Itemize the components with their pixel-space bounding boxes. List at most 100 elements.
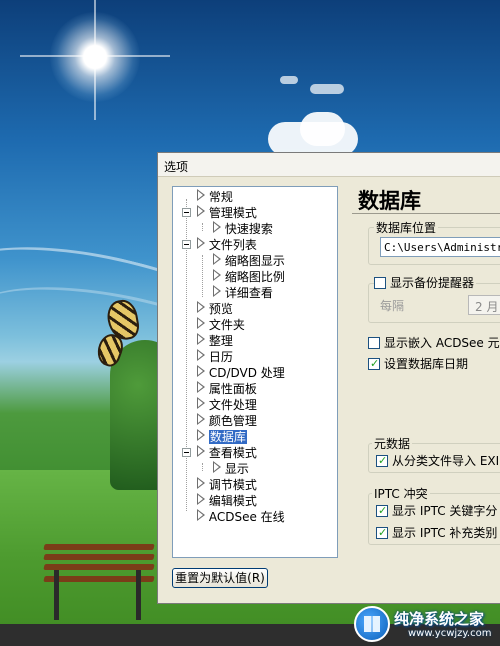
page-arrow-icon — [213, 221, 221, 233]
tree-item-label: 文件夹 — [208, 318, 245, 332]
cloud — [300, 112, 345, 146]
tree-item-develop-mode[interactable]: 调节模式 — [197, 477, 257, 493]
tree-item-label: 管理模式 — [208, 206, 257, 220]
show-embedded-checkbox[interactable]: 显示嵌入 ACDSee 元数 — [368, 335, 500, 351]
park-bench — [43, 540, 155, 620]
tree-item-edit-mode[interactable]: 编辑模式 — [197, 493, 257, 509]
page-title: 数据库 — [358, 188, 421, 213]
page-arrow-icon — [197, 333, 205, 345]
tree-item-quick-search[interactable]: 快速搜索 — [213, 221, 273, 237]
checkbox-box — [376, 453, 388, 469]
checkbox-box — [368, 356, 380, 372]
set-db-date-label: 设置数据库日期 — [384, 357, 469, 371]
checkbox-box — [376, 525, 388, 541]
tree-item-file-handling[interactable]: 文件处理 — [197, 397, 257, 413]
tree-item-organize[interactable]: 整理 — [197, 333, 233, 349]
tree-item-color-management[interactable]: 颜色管理 — [197, 413, 257, 429]
tree-item-label: ACDSee 在线 — [208, 510, 285, 524]
collapse-icon[interactable] — [182, 448, 191, 457]
collapse-icon[interactable] — [182, 240, 191, 249]
tree-item-label: 显示 — [224, 462, 249, 476]
page-arrow-icon — [197, 237, 205, 249]
page-arrow-icon — [213, 285, 221, 297]
tree-item-label: 颜色管理 — [208, 414, 257, 428]
db-location-label: 数据库位置 — [374, 219, 439, 236]
tree-item-display[interactable]: 显示 — [213, 461, 249, 477]
tree-item-label: 文件列表 — [208, 238, 257, 252]
tree-item-thumbnail-display[interactable]: 缩略图显示 — [213, 253, 285, 269]
tree-item-database[interactable]: 数据库 — [197, 429, 247, 445]
sun-ray — [94, 0, 96, 120]
checkbox-box — [376, 503, 388, 519]
show-embedded-label: 显示嵌入 ACDSee 元数 — [384, 336, 500, 350]
dialog-title: 选项 — [158, 153, 500, 177]
page-arrow-icon — [197, 365, 205, 377]
tree-item-preview[interactable]: 预览 — [197, 301, 233, 317]
cloud — [310, 84, 344, 94]
tree-item-label: 常规 — [208, 190, 233, 204]
site-watermark: 纯净系统之家 www.ycwjzy.com — [350, 600, 500, 646]
tree-item-cd-dvd[interactable]: CD/DVD 处理 — [197, 365, 285, 381]
backup-reminder-label: 显示备份提醒器 — [390, 276, 475, 290]
tree-item-details-view[interactable]: 详细查看 — [213, 285, 273, 301]
tree-item-calendar[interactable]: 日历 — [197, 349, 233, 365]
tree-item-label: CD/DVD 处理 — [208, 366, 285, 380]
metadata-label: 元数据 — [372, 435, 413, 452]
tree-item-general[interactable]: 常规 — [197, 189, 233, 205]
iptc-supplemental-checkbox[interactable]: 显示 IPTC 补充类别 — [376, 525, 497, 541]
tree-item-label: 属性面板 — [208, 382, 257, 396]
butterfly-icon — [90, 297, 154, 380]
tree-item-view-mode[interactable]: 查看模式 — [197, 445, 257, 461]
page-arrow-icon — [197, 445, 205, 457]
page-arrow-icon — [197, 477, 205, 489]
tree-item-label: 调节模式 — [208, 478, 257, 492]
set-db-date-checkbox[interactable]: 设置数据库日期 — [368, 356, 468, 372]
tree-item-file-list[interactable]: 文件列表 — [197, 237, 257, 253]
tree-item-label: 缩略图显示 — [224, 254, 285, 268]
db-path-input[interactable]: C:\Users\Administrat — [380, 237, 500, 257]
import-exif-checkbox[interactable]: 从分类文件导入 EXI — [376, 453, 499, 469]
page-arrow-icon — [197, 397, 205, 409]
options-tree[interactable]: 常规 管理模式 快速搜索 文件列表 缩略图显示 缩略图比例 详细查看 预览 文件… — [172, 186, 338, 558]
page-arrow-icon — [197, 429, 205, 441]
windows-logo-icon — [354, 606, 390, 642]
collapse-icon[interactable] — [182, 208, 191, 217]
tree-item-label: 查看模式 — [208, 446, 257, 460]
watermark-title: 纯净系统之家 — [394, 610, 485, 628]
tree-item-label: 详细查看 — [224, 286, 273, 300]
iptc-keywords-checkbox[interactable]: 显示 IPTC 关键字分 — [376, 503, 497, 519]
tree-item-manage-mode[interactable]: 管理模式 — [197, 205, 257, 221]
tree-item-thumbnail-ratio[interactable]: 缩略图比例 — [213, 269, 285, 285]
tree-item-folders[interactable]: 文件夹 — [197, 317, 245, 333]
page-arrow-icon — [197, 301, 205, 313]
page-arrow-icon — [213, 253, 221, 265]
page-arrow-icon — [197, 317, 205, 329]
cloud — [280, 76, 298, 84]
iptc-conflict-label: IPTC 冲突 — [372, 485, 430, 502]
checkbox-box — [374, 277, 386, 289]
title-divider — [352, 213, 500, 214]
every-label: 每隔 — [380, 299, 405, 313]
tree-item-label: 数据库 — [208, 430, 247, 444]
page-arrow-icon — [197, 509, 205, 521]
page-arrow-icon — [197, 189, 205, 201]
page-arrow-icon — [197, 205, 205, 217]
import-exif-label: 从分类文件导入 EXI — [392, 454, 500, 468]
page-arrow-icon — [197, 381, 205, 393]
tree-item-label: 编辑模式 — [208, 494, 257, 508]
watermark-url: www.ycwjzy.com — [408, 628, 492, 639]
reset-defaults-button[interactable]: 重置为默认值(R) — [172, 568, 268, 588]
tree-item-properties-pane[interactable]: 属性面板 — [197, 381, 257, 397]
tree-item-acdsee-online[interactable]: ACDSee 在线 — [197, 509, 285, 525]
page-arrow-icon — [197, 493, 205, 505]
tree-item-label: 文件处理 — [208, 398, 257, 412]
page-arrow-icon — [197, 349, 205, 361]
tree-item-label: 预览 — [208, 302, 233, 316]
iptc-supplemental-label: 显示 IPTC 补充类别 — [392, 526, 498, 540]
page-arrow-icon — [213, 461, 221, 473]
tree-item-label: 缩略图比例 — [224, 270, 285, 284]
page-arrow-icon — [197, 413, 205, 425]
interval-select[interactable]: 2 月 — [468, 295, 500, 315]
backup-reminder-checkbox[interactable]: 显示备份提醒器 — [374, 275, 477, 291]
tree-item-label: 日历 — [208, 350, 233, 364]
